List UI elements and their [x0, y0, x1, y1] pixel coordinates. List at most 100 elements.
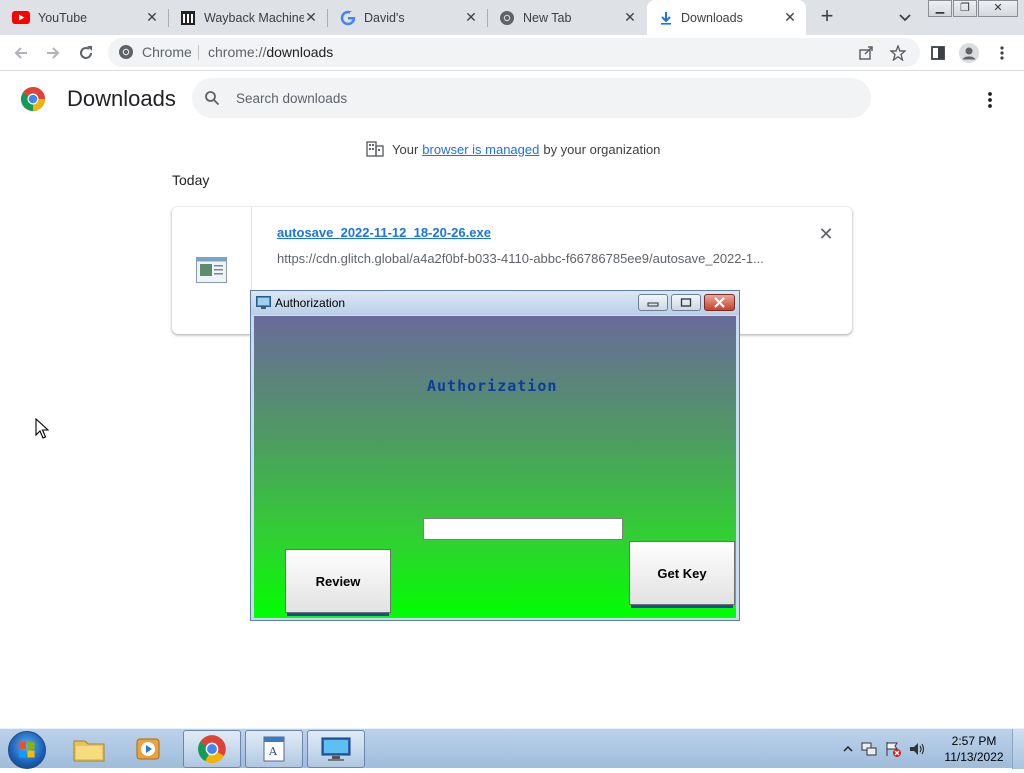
share-button[interactable]: [854, 41, 878, 65]
profile-button[interactable]: [957, 41, 981, 65]
auth-window-title: Authorization: [275, 296, 346, 310]
back-arrow-icon: [14, 47, 27, 59]
taskbar-media-player[interactable]: [120, 730, 178, 768]
search-downloads-input[interactable]: [236, 88, 836, 108]
chrome-logo-icon: [20, 87, 46, 112]
share-icon: [859, 46, 873, 60]
reload-icon: [80, 46, 92, 59]
side-panel-button[interactable]: [926, 41, 950, 65]
show-hidden-icons-icon[interactable]: [842, 743, 854, 755]
google-icon: [340, 10, 356, 25]
tab-search-chevron-icon[interactable]: [896, 8, 914, 26]
file-icon-column: [172, 207, 252, 334]
tab-youtube[interactable]: YouTube ✕: [0, 0, 168, 35]
get-key-button[interactable]: Get Key: [629, 541, 735, 608]
auth-maximize-button[interactable]: [671, 294, 701, 311]
reload-button[interactable]: [74, 41, 98, 65]
site-info-chip[interactable]: Chrome: [118, 44, 192, 60]
authorization-window: Authorization Authorization Review Get K…: [250, 290, 740, 621]
tab-title: New Tab: [523, 10, 572, 25]
download-icon: [661, 11, 671, 25]
url-text: chrome://downloads: [208, 44, 333, 60]
review-button-label: Review: [315, 573, 361, 589]
close-icon: [714, 297, 725, 308]
tab-davids[interactable]: David's ✕: [328, 0, 487, 35]
tab-wayback-machine[interactable]: Wayback Machine ✕: [168, 0, 327, 35]
close-tab-icon[interactable]: ✕: [144, 9, 160, 25]
url-path: downloads: [266, 44, 334, 60]
mouse-cursor-icon: [35, 418, 49, 439]
taskbar-explorer[interactable]: [60, 730, 118, 768]
tab-title: YouTube: [38, 10, 88, 25]
restore-window-button[interactable]: ❐: [953, 0, 977, 17]
taskbar-clock[interactable]: 2:57 PM 11/13/2022: [938, 733, 1010, 765]
clock-date: 11/13/2022: [944, 750, 1004, 764]
address-bar[interactable]: Chrome chrome://downloads: [108, 38, 920, 67]
chrome-icon: [198, 735, 226, 763]
windows-logo-icon: [19, 742, 35, 758]
avatar-icon: [959, 43, 979, 63]
app-window-icon: [256, 296, 271, 309]
auth-close-button[interactable]: [704, 294, 735, 311]
close-window-button[interactable]: ✕: [978, 0, 1018, 17]
network-icon[interactable]: [860, 740, 878, 758]
wayback-icon: [181, 10, 195, 25]
taskbar: A 2:57 PM 11/13/2022: [0, 728, 1024, 769]
close-tab-icon[interactable]: ✕: [622, 9, 638, 25]
managed-notice: Your browser is managed by your organiza…: [366, 140, 660, 158]
minimize-window-button[interactable]: ▁: [928, 0, 952, 17]
close-tab-icon[interactable]: ✕: [782, 9, 798, 25]
forward-arrow-icon: [47, 47, 60, 59]
chrome-menu-button[interactable]: [990, 41, 1014, 65]
downloads-header: Downloads: [0, 72, 1024, 128]
tab-title: Downloads: [681, 10, 743, 25]
download-source-url[interactable]: https://cdn.glitch.global/a4a2f0bf-b033-…: [277, 251, 777, 266]
managed-prefix: Your: [392, 141, 419, 157]
tab-downloads[interactable]: Downloads ✕: [647, 0, 806, 35]
media-player-icon: [136, 738, 160, 760]
search-icon: [205, 91, 220, 106]
wordpad-icon: A: [263, 736, 285, 762]
building-icon: [366, 141, 384, 157]
taskbar-wordpad[interactable]: A: [245, 730, 303, 768]
browser-managed-link[interactable]: browser is managed: [422, 142, 539, 157]
taskbar-chrome[interactable]: [183, 730, 241, 768]
remote-desktop-icon: [321, 737, 351, 761]
system-tray: [842, 737, 926, 761]
managed-suffix: by your organization: [543, 141, 661, 157]
review-button[interactable]: Review: [285, 549, 391, 616]
close-tab-icon[interactable]: ✕: [303, 9, 319, 25]
auth-title-bar[interactable]: Authorization: [251, 291, 739, 315]
star-icon: [890, 45, 906, 61]
taskbar-remote-desktop[interactable]: [307, 730, 365, 768]
download-filename-link[interactable]: autosave_2022-11-12_18-20-26.exe: [277, 225, 491, 240]
action-center-flag-icon[interactable]: [884, 740, 902, 758]
show-desktop-button[interactable]: [1012, 729, 1024, 769]
forward-button[interactable]: [41, 41, 65, 65]
more-vert-icon[interactable]: [978, 88, 1002, 112]
explorer-icon: [73, 740, 105, 762]
tab-title: David's: [364, 10, 405, 25]
clock-time: 2:57 PM: [951, 734, 997, 748]
remove-download-button[interactable]: ✕: [816, 224, 836, 244]
url-scheme: chrome://: [208, 44, 267, 60]
get-key-button-label: Get Key: [657, 565, 707, 581]
maximize-icon: [680, 298, 692, 307]
more-vert-icon: [1000, 46, 1004, 60]
close-tab-icon[interactable]: ✕: [463, 9, 479, 25]
site-chip-label: Chrome: [142, 44, 192, 60]
auth-heading: Authorization: [427, 377, 558, 395]
tab-new-tab[interactable]: New Tab ✕: [487, 0, 646, 35]
new-tab-button[interactable]: +: [815, 5, 839, 29]
bookmark-button[interactable]: [886, 41, 910, 65]
start-button[interactable]: [8, 731, 46, 769]
chrome-icon: [500, 10, 514, 25]
back-button[interactable]: [9, 41, 33, 65]
date-header: Today: [172, 172, 210, 188]
volume-icon[interactable]: [908, 740, 926, 758]
page-title: Downloads: [67, 86, 176, 111]
auth-key-input[interactable]: [423, 518, 623, 540]
youtube-icon: [12, 11, 30, 24]
minimize-icon: [647, 302, 659, 307]
auth-minimize-button[interactable]: [638, 294, 668, 311]
